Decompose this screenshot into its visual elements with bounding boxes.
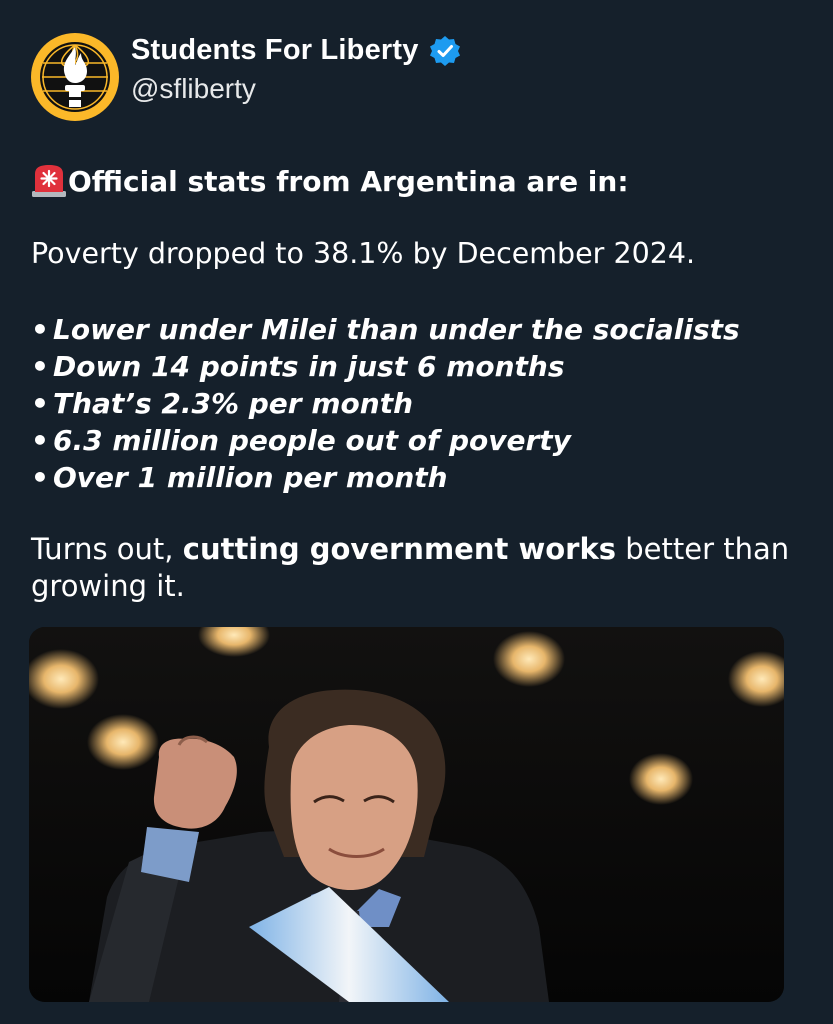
- author-name-row: Students For Liberty: [131, 34, 461, 67]
- list-item: • Over 1 million per month: [31, 461, 448, 494]
- author-handle[interactable]: @sfliberty: [131, 73, 256, 105]
- bullet-text: Over 1 million per month: [53, 461, 448, 494]
- list-item: • 6.3 million people out of poverty: [31, 424, 571, 457]
- bullet-text: Lower under Milei than under the sociali…: [53, 313, 740, 346]
- verified-badge-icon: [429, 35, 460, 66]
- closing-bold: cutting government works: [182, 532, 617, 566]
- avatar[interactable]: [31, 33, 119, 121]
- tweet-headline: Official stats from Argentina are in:: [31, 164, 629, 198]
- list-item: • Down 14 points in just 6 months: [31, 350, 565, 383]
- tweet-media-photo[interactable]: [29, 627, 784, 1002]
- list-item: • That’s 2.3% per month: [31, 387, 414, 420]
- headline-text: Official stats from Argentina are in:: [68, 164, 629, 198]
- author-display-name[interactable]: Students For Liberty: [131, 34, 419, 67]
- photo-illustration: [29, 627, 784, 1002]
- bullet-text: 6.3 million people out of poverty: [53, 424, 571, 457]
- torch-logo-icon: [34, 36, 116, 118]
- rotating-light-icon: [32, 165, 66, 197]
- closing-prefix: Turns out,: [31, 532, 183, 566]
- tweet-lead-text: Poverty dropped to 38.1% by December 202…: [31, 237, 696, 270]
- bullet-text: That’s 2.3% per month: [53, 387, 414, 420]
- bullet-text: Down 14 points in just 6 months: [53, 350, 565, 383]
- tweet-closing-text: Turns out, cutting government works bett…: [31, 531, 791, 605]
- tweet-bullet-list: • Lower under Milei than under the social…: [31, 311, 740, 496]
- tweet: Students For Liberty @sfliberty Official…: [0, 0, 833, 1024]
- list-item: • Lower under Milei than under the social…: [31, 313, 740, 346]
